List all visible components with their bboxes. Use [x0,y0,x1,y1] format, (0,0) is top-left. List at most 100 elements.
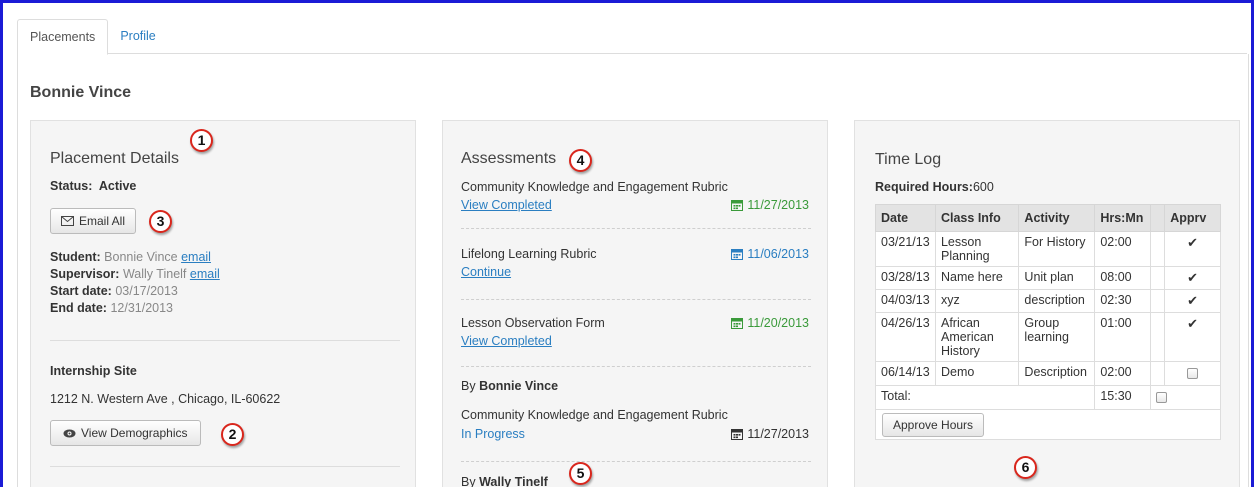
tab-profile[interactable]: Profile [108,19,167,54]
callout-marker: 4 [569,149,592,172]
student-email-link[interactable]: email [181,250,211,264]
tab-content: Bonnie Vince Placement Details Status: A… [17,54,1249,487]
checkmark-icon: ✔ [1187,293,1199,308]
column-header-class-info: Class Info [934,204,1020,232]
supervisor-email-link[interactable]: email [190,267,220,281]
assessment-date: 11/20/2013 [731,316,809,330]
site-address: 1212 N. Western Ave , Chicago, IL-60622 [50,392,281,406]
table-row: 04/03/13 xyz description 02:30 ✔ [875,289,1221,313]
cell-approved: ✔ [1164,266,1221,290]
end-date-value: 12/31/2013 [110,301,173,315]
cell-date: 06/14/13 [875,361,936,386]
cell-class-info: Demo [934,361,1020,386]
end-date-label: End date: [50,301,107,315]
by-prefix: By [461,379,476,393]
start-date-line: Start date: 03/17/2013 [50,283,220,300]
status-label: Status: [50,179,93,193]
time-log-table: Date Class Info Activity Hrs:Mn Apprv 03… [874,204,1221,440]
column-header-spacer [1150,204,1166,232]
by-header-student: By Bonnie Vince [461,379,558,393]
student-line: Student: Bonnie Vince email [50,249,220,266]
checkmark-icon: ✔ [1187,235,1199,250]
cell-date: 04/26/13 [875,312,936,362]
cell-hrs: 01:00 [1094,312,1152,362]
approve-all-checkbox[interactable] [1156,392,1168,403]
approve-checkbox[interactable] [1187,368,1199,379]
start-date-value: 03/17/2013 [115,284,178,298]
assessment-name: Lesson Observation Form [461,316,605,330]
cell-activity: For History [1018,231,1096,267]
tab-bar: Placements Profile [17,19,1247,55]
eye-icon [63,429,76,437]
divider [461,228,811,229]
email-all-label: Email All [79,214,126,228]
supervisor-line: Supervisor: Wally Tinelf email [50,266,220,283]
cell-date: 03/28/13 [875,266,936,290]
by-name: Bonnie Vince [479,379,559,393]
callout-marker: 2 [221,423,244,446]
cell-spacer [1150,361,1166,386]
internship-site-title: Internship Site [50,364,137,378]
assessment-name: Community Knowledge and Engagement Rubri… [461,180,728,194]
approve-hours-label: Approve Hours [893,418,974,432]
cell-date: 04/03/13 [875,289,936,313]
checkmark-icon: ✔ [1187,316,1199,331]
view-demographics-button[interactable]: View Demographics [50,420,201,446]
cell-spacer [1150,312,1166,362]
column-header-activity: Activity [1018,204,1096,232]
cell-spacer [1150,231,1166,267]
action-cell: Approve Hours [875,409,1221,440]
column-header-hrs: Hrs:Mn [1094,204,1152,232]
continue-link[interactable]: Continue [461,265,511,279]
calendar-icon [731,200,744,211]
cell-hrs: 02:30 [1094,289,1152,313]
window-frame: Placements Profile Bonnie Vince Placemen… [0,0,1254,487]
view-demographics-label: View Demographics [81,426,188,440]
status-line: Status: Active [50,179,136,193]
table-row: 03/21/13 Lesson Planning For History 02:… [875,231,1221,267]
cell-activity: Unit plan [1018,266,1096,290]
time-log-title: Time Log [875,151,942,168]
cell-activity: Description [1018,361,1096,386]
supervisor-label: Supervisor: [50,267,120,281]
column-header-date: Date [875,204,936,232]
calendar-icon [731,249,744,260]
table-row: 06/14/13 Demo Description 02:00 [875,361,1221,386]
cell-approved: ✔ [1164,312,1221,362]
by-name: Wally Tinelf [479,475,548,487]
assessment-date: 11/06/2013 [731,247,809,261]
time-log-panel: Time Log Required Hours:600 Date Class I… [854,120,1240,487]
assessment-date-value: 11/27/2013 [747,198,809,212]
placement-details-title: Placement Details [50,150,179,167]
in-progress-link[interactable]: In Progress [461,427,525,441]
start-date-label: Start date: [50,284,112,298]
calendar-icon [731,429,744,440]
cell-approved [1164,361,1221,386]
cell-hrs: 02:00 [1094,231,1152,267]
total-row: Total: 15:30 [874,385,1221,410]
cell-hrs: 02:00 [1094,361,1152,386]
column-header-apprv: Apprv [1164,204,1221,232]
cell-approved: ✔ [1164,231,1221,267]
approve-hours-button[interactable]: Approve Hours [882,413,985,437]
assessment-date-value: 11/27/2013 [747,427,809,441]
status-value: Active [98,179,137,193]
student-name: Bonnie Vince [104,250,178,264]
assessment-name: Community Knowledge and Engagement Rubri… [461,408,728,422]
callout-marker: 5 [569,462,592,485]
assessment-date: 11/27/2013 [731,198,809,212]
checkmark-icon: ✔ [1187,270,1199,285]
cell-class-info: Lesson Planning [934,231,1020,267]
assessment-date-value: 11/06/2013 [747,247,809,261]
required-hours-label: Required Hours: [875,180,973,194]
by-prefix: By [461,475,476,487]
divider [461,461,811,462]
email-all-button[interactable]: Email All [50,208,137,234]
tab-placements[interactable]: Placements [17,19,109,55]
cell-class-info: xyz [934,289,1020,313]
divider [50,340,400,341]
divider [461,366,811,367]
view-completed-link[interactable]: View Completed [461,198,552,212]
cell-activity: description [1018,289,1096,313]
view-completed-link[interactable]: View Completed [461,334,552,348]
